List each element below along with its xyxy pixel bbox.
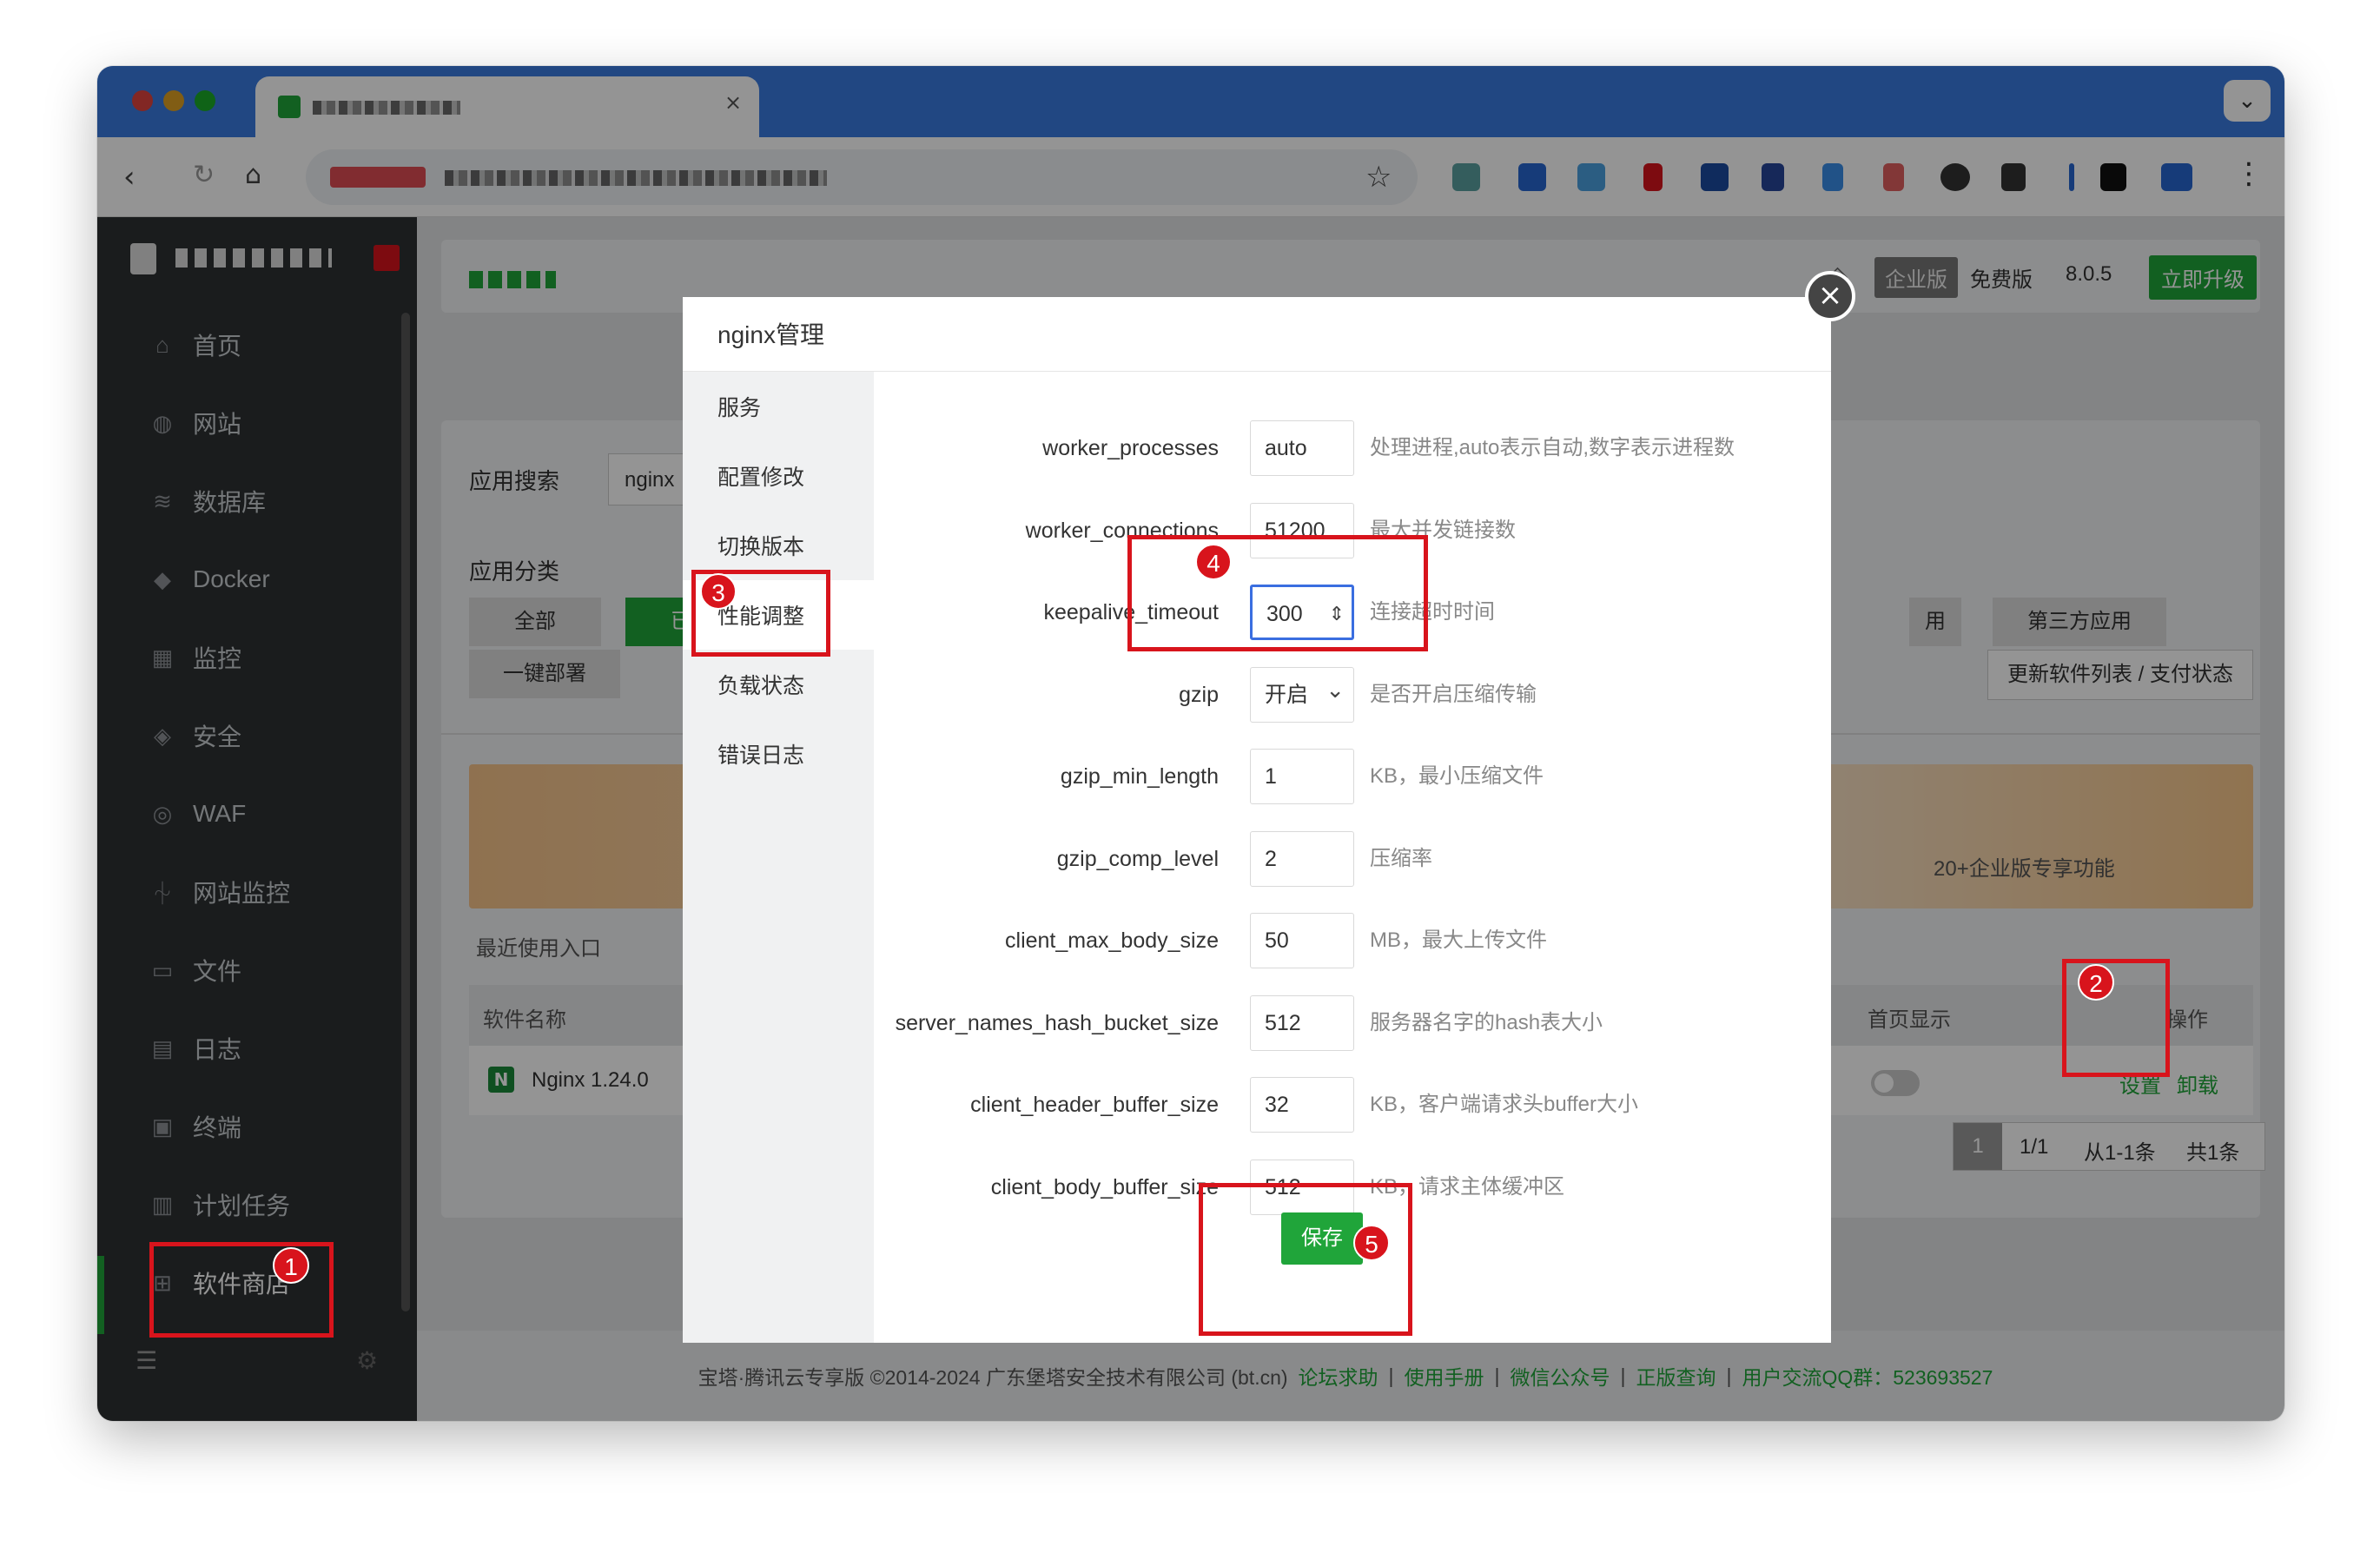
form-row-server-names-hash-bucket-size: server_names_hash_bucket_size 512 服务器名字的ha… [874,994,1831,1056]
field-label: client_header_buffer_size [970,1093,1219,1117]
modal-title: nginx管理 [683,297,1831,372]
field-input[interactable]: 50 [1250,913,1354,968]
modal-nav-config[interactable]: 配置修改 [683,441,874,511]
annotation-badge-3: 3 [700,573,737,610]
annotation-badge-2: 2 [2078,964,2114,1001]
field-description: 处理进程,auto表示自动,数字表示进程数 [1370,436,1735,459]
field-label: client_max_body_size [1005,928,1219,953]
field-input[interactable]: 2 [1250,830,1354,887]
form-row-client-header-buffer-size: client_header_buffer_size 32 KB，客户端请求头buff… [874,1077,1831,1138]
modal-nav: 服务 配置修改 切换版本 性能调整 负载状态 错误日志 [683,372,874,1343]
modal-nav-load[interactable]: 负载状态 [683,650,874,719]
modal-nav-service[interactable]: 服务 [683,372,874,441]
field-description: 服务器名字的hash表大小 [1370,1010,1603,1034]
field-input[interactable]: 1 [1250,749,1354,804]
modal-close-button[interactable]: × [1805,271,1855,321]
form-row-gzip: gzip 开启 ⌄ 是否开启压缩传输 [874,666,1831,728]
field-description: KB，最小压缩文件 [1370,764,1544,788]
field-label: gzip_comp_level [1056,846,1219,871]
close-icon: × [1817,278,1843,313]
field-input[interactable]: 512 [1250,994,1354,1051]
field-input[interactable]: auto [1250,420,1354,476]
form-row-gzip-min-length: gzip_min_length 1 KB，最小压缩文件 [874,749,1831,809]
annotation-box-4 [1127,535,1428,651]
modal-nav-errorlog[interactable]: 错误日志 [683,719,874,789]
form-row-gzip-comp-level: gzip_comp_level 2 压缩率 [874,830,1831,892]
form-row-client-max-body-size: client_max_body_size 50 MB，最大上传文件 [874,913,1831,974]
field-label: gzip_min_length [1060,764,1219,789]
field-label: client_body_buffer_size [990,1174,1219,1199]
field-description: MB，最大上传文件 [1370,928,1547,952]
field-description: KB，客户端请求头buffer大小 [1370,1093,1638,1116]
annotation-badge-5: 5 [1353,1225,1390,1261]
field-label: gzip [1179,682,1219,707]
field-value: 32 [1265,1093,1289,1117]
browser-window: × ⌄ ‹ ↻ ⌂ ☆ ⋮ ⌂ 首页 ◍ 网站 ≋ 数据库 ◆ Docker ▦ 监控 ◈ 安全 ◎ WA… [97,66,2284,1421]
field-label: worker_processes [1042,436,1219,460]
field-value: 50 [1265,928,1289,953]
field-value: 512 [1265,1010,1301,1035]
annotation-badge-1: 1 [273,1247,309,1284]
form-row-worker-processes: worker_processes auto 处理进程,auto表示自动,数字表示进程… [874,420,1831,481]
annotation-badge-4: 4 [1195,544,1232,580]
field-description: 压缩率 [1370,846,1432,870]
field-label: server_names_hash_bucket_size [895,1010,1219,1035]
field-value: 1 [1265,764,1277,789]
field-description: 是否开启压缩传输 [1370,682,1537,706]
field-input[interactable]: 32 [1250,1077,1354,1133]
field-value: 开启 [1265,682,1309,707]
field-value: 2 [1265,846,1277,871]
chevron-down-icon: ⌄ [1326,676,1345,703]
field-value: auto [1265,436,1307,460]
gzip-select[interactable]: 开启 ⌄ [1250,666,1354,723]
annotation-box-5 [1199,1183,1412,1336]
